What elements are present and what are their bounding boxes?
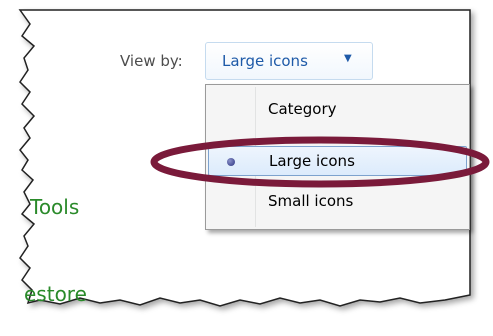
view-by-dropdown[interactable]: Large icons ▼ <box>205 42 373 80</box>
restore-link[interactable]: estore <box>24 282 87 306</box>
chevron-down-icon: ▼ <box>344 53 352 64</box>
highlight-ellipse <box>150 136 490 188</box>
admin-tools-link[interactable]: Tools <box>30 195 79 219</box>
view-by-value: Large icons <box>222 52 308 70</box>
menu-item-category[interactable]: Category <box>208 95 467 125</box>
menu-item-small-icons[interactable]: Small icons <box>208 187 467 217</box>
menu-item-label: Small icons <box>268 192 354 210</box>
view-by-label: View by: <box>120 52 183 70</box>
menu-item-label: Category <box>268 100 337 118</box>
